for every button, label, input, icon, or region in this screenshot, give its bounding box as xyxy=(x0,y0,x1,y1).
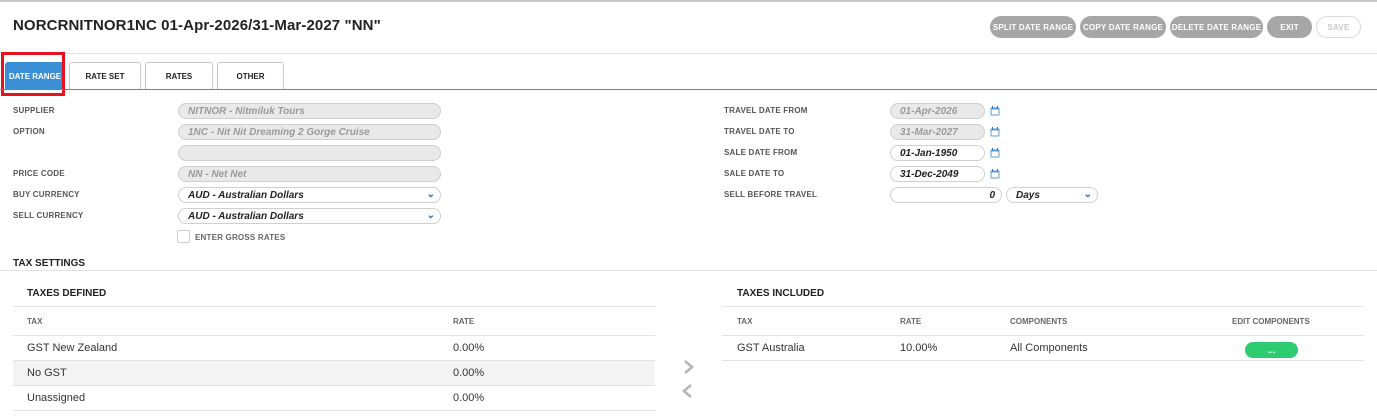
taxes-included-divider xyxy=(722,306,1364,307)
toolbar: SPLIT DATE RANGE COPY DATE RANGE DELETE … xyxy=(990,16,1361,38)
tab-rate-set[interactable]: RATE SET xyxy=(69,62,141,90)
taxes-included-col-edit: EDIT COMPONENTS xyxy=(1232,317,1310,326)
taxes-defined-divider xyxy=(13,306,655,307)
travel-from-value: 01-Apr-2026 xyxy=(900,105,958,117)
tax-settings-title: TAX SETTINGS xyxy=(13,258,86,269)
calendar-icon[interactable] xyxy=(990,148,1000,158)
tax-settings-divider xyxy=(0,270,1377,271)
table-row-components: All Components xyxy=(1010,342,1088,354)
travel-from-field: 01-Apr-2026 xyxy=(890,103,985,119)
gross-rates-label: ENTER GROSS RATES xyxy=(195,233,286,242)
travel-from-label: TRAVEL DATE FROM xyxy=(724,106,808,115)
taxes-included-title: TAXES INCLUDED xyxy=(737,288,825,299)
sell-before-label: SELL BEFORE TRAVEL xyxy=(724,190,818,199)
row-divider xyxy=(722,360,1364,361)
row-divider xyxy=(13,410,655,411)
edit-components-button[interactable]: ... xyxy=(1245,342,1298,358)
sell-before-unit-select[interactable]: Days ⌄ xyxy=(1006,187,1098,203)
option-extra-field xyxy=(178,145,441,161)
buy-currency-value: AUD - Australian Dollars xyxy=(188,189,304,201)
sell-currency-value: AUD - Australian Dollars xyxy=(188,210,304,222)
sell-currency-select[interactable]: AUD - Australian Dollars ⌄ xyxy=(178,208,441,224)
taxes-defined-col-tax: TAX xyxy=(27,317,43,326)
sale-from-input[interactable]: 01-Jan-1950 xyxy=(890,145,985,161)
table-row-tax[interactable]: GST Australia xyxy=(737,342,805,354)
travel-to-field: 31-Mar-2027 xyxy=(890,124,985,140)
copy-date-range-button[interactable]: COPY DATE RANGE xyxy=(1080,16,1166,38)
exit-button[interactable]: EXIT xyxy=(1267,16,1312,38)
sell-before-value: 0 xyxy=(989,189,995,201)
travel-to-value: 31-Mar-2027 xyxy=(900,126,958,138)
travel-to-label: TRAVEL DATE TO xyxy=(724,127,795,136)
sale-to-input[interactable]: 31-Dec-2049 xyxy=(890,166,985,182)
sell-currency-label: SELL CURRENCY xyxy=(13,211,84,220)
supplier-label: SUPPLIER xyxy=(13,106,55,115)
supplier-field: NITNOR - Nitmiluk Tours xyxy=(178,103,441,119)
tab-other[interactable]: OTHER xyxy=(217,62,284,90)
chevron-down-icon: ⌄ xyxy=(426,210,435,221)
option-label: OPTION xyxy=(13,127,45,136)
split-date-range-button[interactable]: SPLIT DATE RANGE xyxy=(990,16,1076,38)
table-row[interactable] xyxy=(13,361,655,385)
chevron-right-icon[interactable] xyxy=(682,360,694,374)
taxes-defined-header-divider xyxy=(13,335,655,336)
table-row-rate: 0.00% xyxy=(453,392,485,404)
tab-underline xyxy=(0,89,1377,90)
supplier-value: NITNOR - Nitmiluk Tours xyxy=(188,105,305,117)
taxes-included-col-rate: RATE xyxy=(900,317,922,326)
chevron-down-icon: ⌄ xyxy=(426,189,435,200)
calendar-icon[interactable] xyxy=(990,169,1000,179)
option-value: 1NC - Nit Nit Dreaming 2 Gorge Cruise xyxy=(188,126,370,138)
sale-from-label: SALE DATE FROM xyxy=(724,148,798,157)
taxes-defined-title: TAXES DEFINED xyxy=(27,288,107,299)
chevron-left-icon[interactable] xyxy=(682,384,694,398)
table-row-tax[interactable]: GST New Zealand xyxy=(27,342,117,354)
table-row-rate: 0.00% xyxy=(453,342,485,354)
calendar-icon[interactable] xyxy=(990,127,1000,137)
price-code-field: NN - Net Net xyxy=(178,166,441,182)
header-divider xyxy=(0,53,1377,54)
chevron-down-icon: ⌄ xyxy=(1083,189,1092,200)
table-row-tax[interactable]: Unassigned xyxy=(27,392,85,404)
gross-rates-checkbox[interactable] xyxy=(177,230,190,243)
table-row-rate: 0.00% xyxy=(453,367,485,379)
sale-to-label: SALE DATE TO xyxy=(724,169,785,178)
sale-from-value: 01-Jan-1950 xyxy=(900,147,958,159)
price-code-value: NN - Net Net xyxy=(188,168,247,180)
calendar-icon[interactable] xyxy=(990,106,1000,116)
delete-date-range-button[interactable]: DELETE DATE RANGE xyxy=(1170,16,1263,38)
page-title: NORCRNITNOR1NC 01-Apr-2026/31-Mar-2027 "… xyxy=(13,17,381,34)
taxes-included-header-divider xyxy=(722,335,1364,336)
save-button[interactable]: SAVE xyxy=(1316,16,1361,38)
taxes-defined-col-rate: RATE xyxy=(453,317,475,326)
top-border xyxy=(0,0,1377,2)
taxes-included-col-components: COMPONENTS xyxy=(1010,317,1068,326)
option-field: 1NC - Nit Nit Dreaming 2 Gorge Cruise xyxy=(178,124,441,140)
row-divider xyxy=(13,385,655,386)
sell-before-input[interactable]: 0 xyxy=(890,187,1002,203)
buy-currency-select[interactable]: AUD - Australian Dollars ⌄ xyxy=(178,187,441,203)
price-code-label: PRICE CODE xyxy=(13,169,65,178)
taxes-included-col-tax: TAX xyxy=(737,317,753,326)
table-row-tax[interactable]: No GST xyxy=(27,367,67,379)
sell-before-unit-value: Days xyxy=(1016,189,1040,201)
sale-to-value: 31-Dec-2049 xyxy=(900,168,959,180)
table-row-rate: 10.00% xyxy=(900,342,938,354)
tab-rates[interactable]: RATES xyxy=(145,62,213,90)
buy-currency-label: BUY CURRENCY xyxy=(13,190,80,199)
